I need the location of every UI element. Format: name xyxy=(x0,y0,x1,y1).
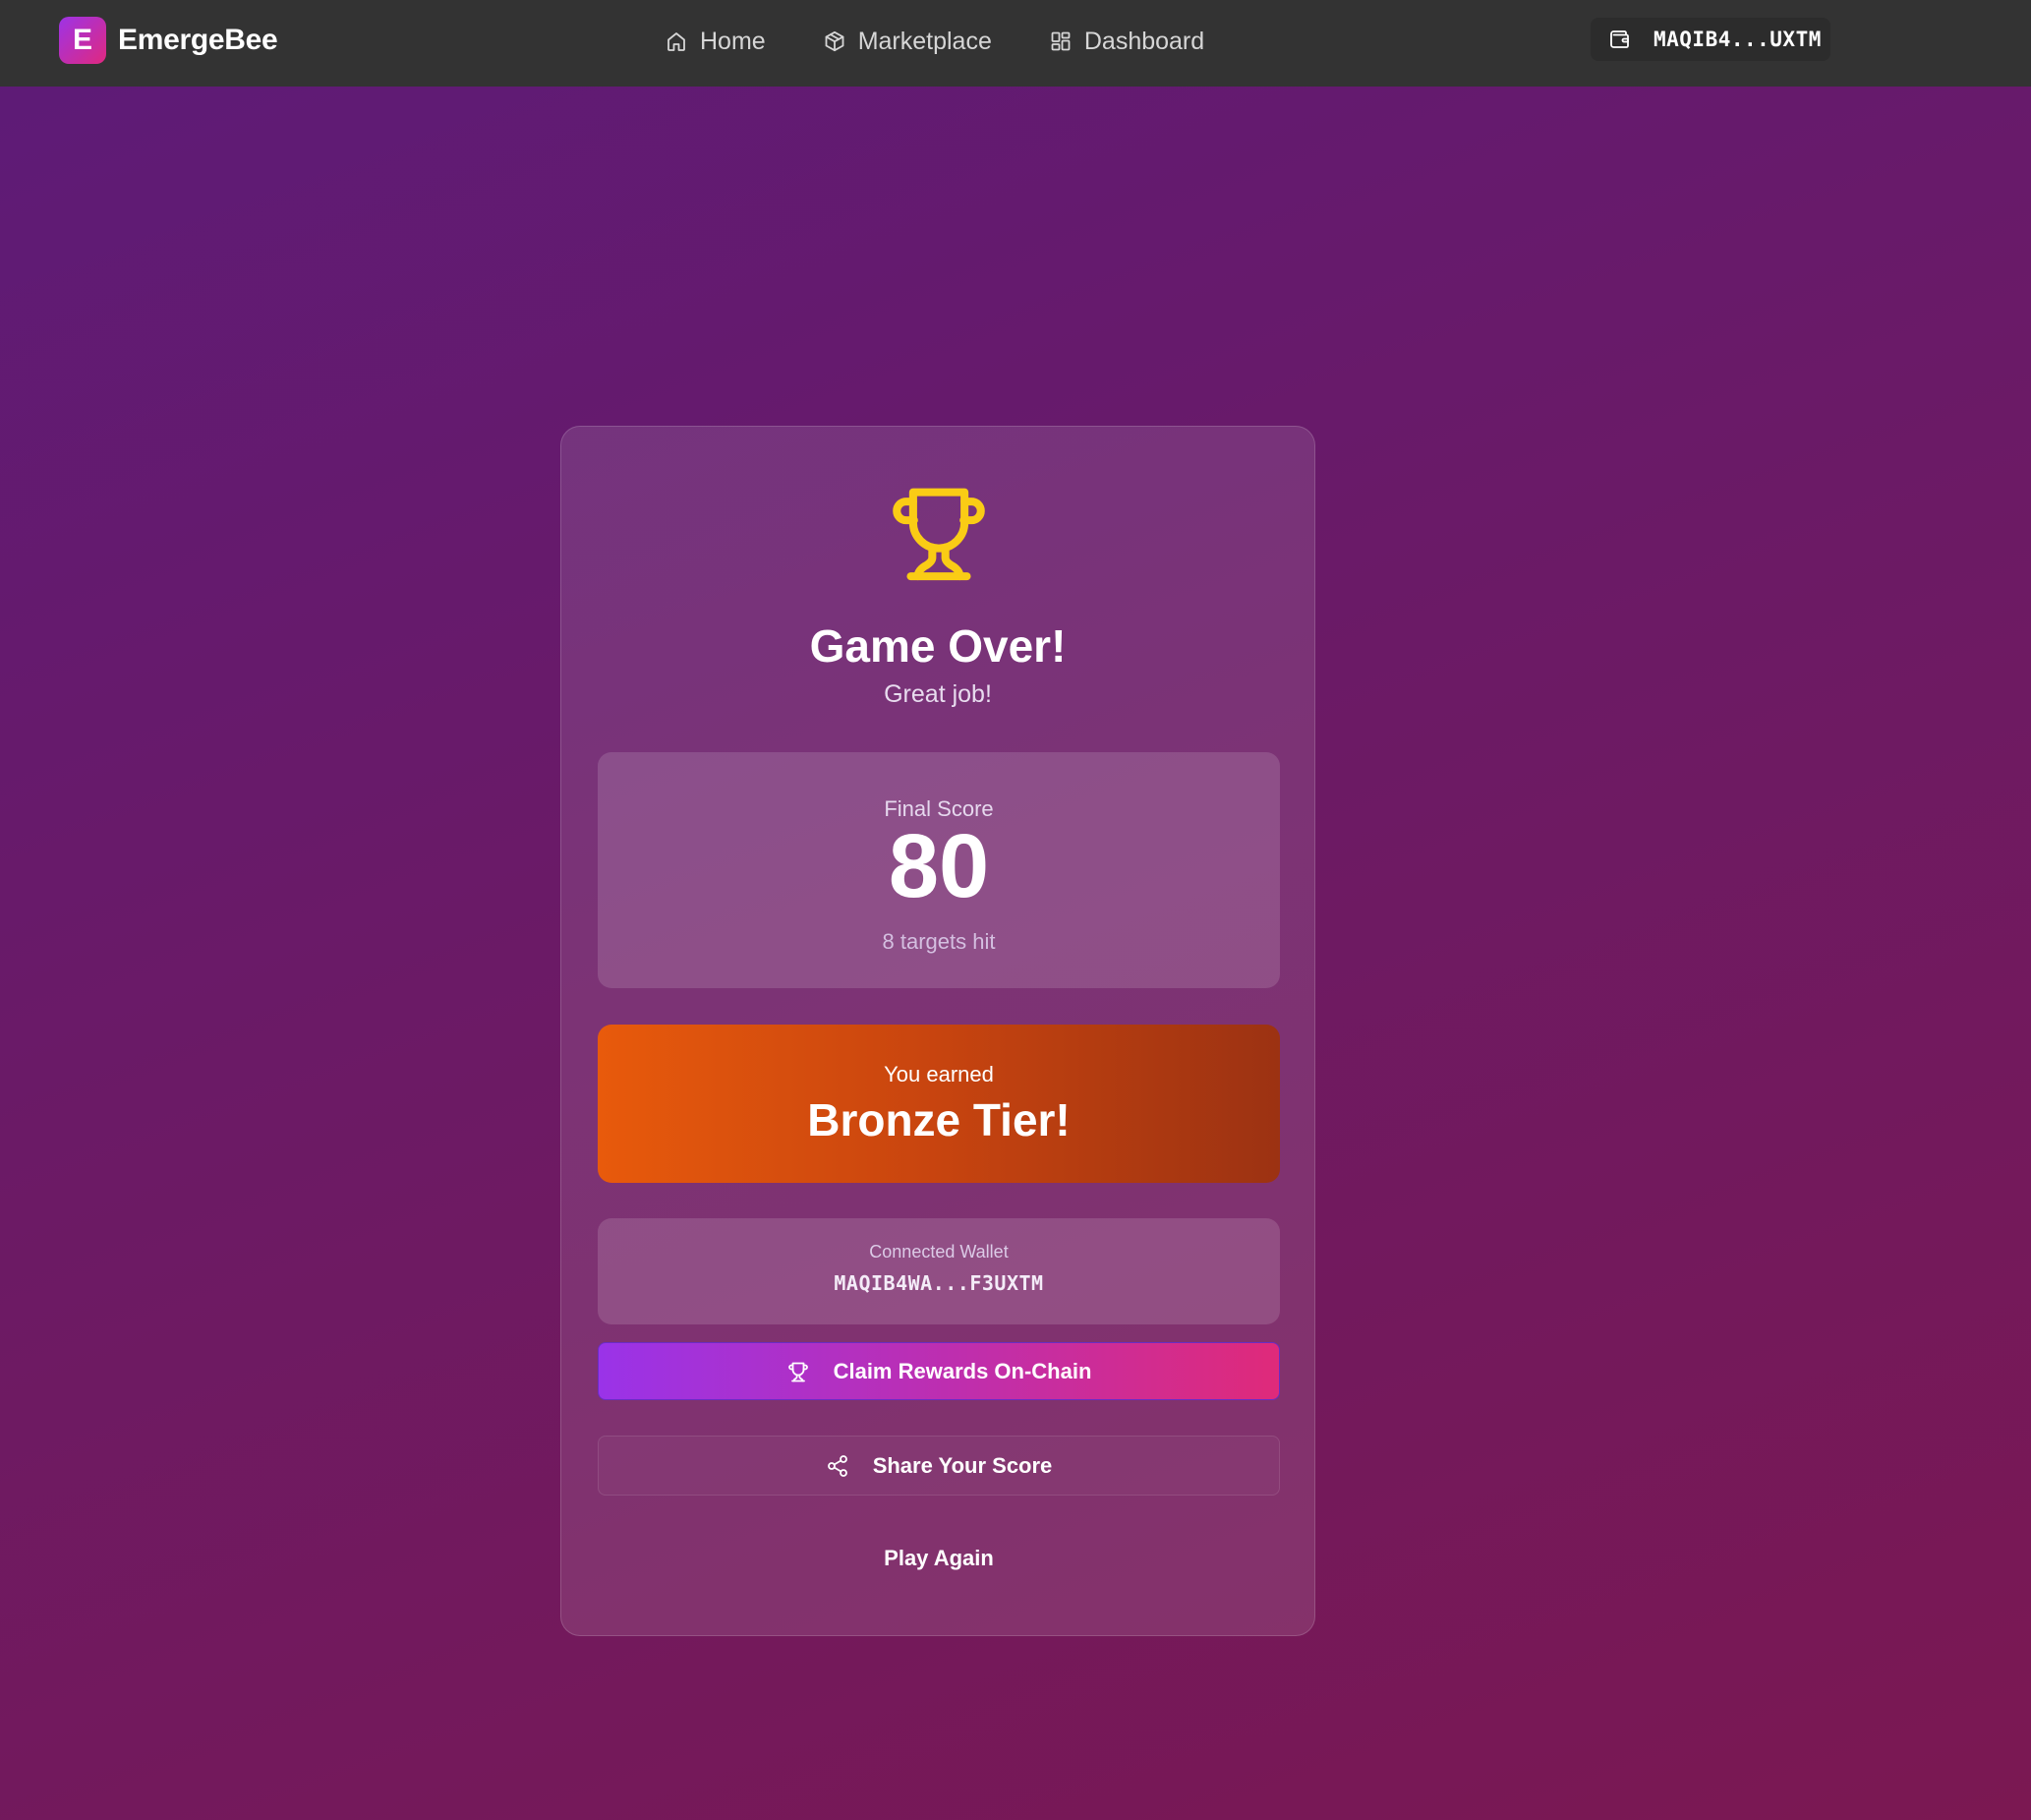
nav-item-home-label: Home xyxy=(700,27,766,55)
connected-wallet-panel: Connected Wallet MAQIB4WA...F3UXTM xyxy=(598,1218,1280,1324)
claim-rewards-button[interactable]: Claim Rewards On-Chain xyxy=(598,1342,1280,1400)
claim-rewards-label: Claim Rewards On-Chain xyxy=(833,1358,1092,1383)
final-score-panel: Final Score 80 8 targets hit xyxy=(598,752,1280,988)
home-icon xyxy=(667,32,685,51)
game-over-card: Game Over! Great job! Final Score 80 8 t… xyxy=(560,426,1315,1636)
trophy-icon xyxy=(787,1362,808,1381)
trophy-icon xyxy=(893,488,985,581)
connected-wallet-address: MAQIB4WA...F3UXTM xyxy=(834,1271,1044,1295)
tier-earned-label: You earned xyxy=(884,1062,994,1086)
nav-item-home[interactable]: Home xyxy=(665,20,766,63)
share-score-button[interactable]: Share Your Score xyxy=(598,1436,1280,1496)
wallet-chip-address: MAQIB4...UXTM xyxy=(1654,28,1822,51)
brand-logo: E xyxy=(59,17,106,64)
wallet-icon xyxy=(1610,30,1629,48)
nav-item-marketplace-label: Marketplace xyxy=(857,27,992,55)
tier-earned-panel: You earned Bronze Tier! xyxy=(598,1025,1280,1183)
share-score-label: Share Your Score xyxy=(872,1452,1053,1478)
cube-icon xyxy=(825,30,844,52)
targets-hit-text: 8 targets hit xyxy=(882,929,996,954)
play-again-button[interactable]: Play Again xyxy=(598,1529,1280,1588)
final-score-value: 80 xyxy=(888,816,990,916)
nav-item-marketplace[interactable]: Marketplace xyxy=(823,20,992,63)
tier-name: Bronze Tier! xyxy=(807,1094,1071,1145)
brand-name: EmergeBee xyxy=(118,24,278,56)
wallet-chip-button[interactable]: MAQIB4...UXTM xyxy=(1591,18,1830,61)
nav-item-dashboard[interactable]: Dashboard xyxy=(1049,20,1204,63)
game-over-subtitle: Great job! xyxy=(884,680,992,708)
grid-icon xyxy=(1051,31,1071,51)
connected-wallet-label: Connected Wallet xyxy=(869,1242,1009,1262)
main-nav: Home Marketplace Dashboard xyxy=(665,20,1204,63)
game-over-title: Game Over! xyxy=(809,620,1067,672)
nav-item-dashboard-label: Dashboard xyxy=(1083,27,1205,55)
brand-home-link[interactable]: E EmergeBee xyxy=(59,17,278,64)
top-navigation-bar: E EmergeBee Home Marketplace Dashboard M… xyxy=(0,0,2031,87)
share-icon xyxy=(827,1454,847,1477)
